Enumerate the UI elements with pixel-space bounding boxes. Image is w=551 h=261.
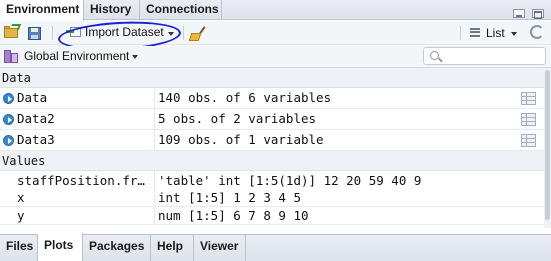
tab-files[interactable]: Files (0, 234, 38, 261)
tab-history[interactable]: History (84, 0, 140, 20)
list-icon (470, 28, 480, 37)
import-dataset-button[interactable]: Import Dataset (63, 23, 177, 42)
view-table-icon[interactable] (521, 134, 536, 147)
import-dataset-icon (66, 26, 82, 38)
chevron-down-icon (168, 32, 174, 36)
clear-workspace-broom-icon[interactable] (188, 25, 206, 42)
expand-arrow-icon[interactable] (3, 114, 14, 125)
expand-arrow-icon[interactable] (3, 93, 14, 104)
column-divider (154, 189, 155, 206)
object-name: y (17, 208, 25, 223)
object-value: num [1:5] 6 7 8 9 10 (158, 208, 309, 223)
environment-search[interactable] (423, 47, 546, 65)
object-name: Data (17, 90, 48, 105)
object-name: staffPosition.fr… (17, 173, 145, 188)
object-name: Data3 (17, 132, 55, 147)
view-mode-list-button[interactable]: List (470, 25, 522, 41)
tab-environment[interactable]: Environment (0, 0, 84, 21)
scrollbar-thumb[interactable] (545, 70, 550, 220)
object-name: Data2 (17, 111, 55, 126)
column-divider (154, 171, 155, 191)
column-divider (154, 88, 155, 108)
view-table-icon[interactable] (521, 92, 536, 105)
view-table-icon[interactable] (521, 113, 536, 126)
tab-connections[interactable]: Connections (140, 0, 222, 20)
save-workspace-icon[interactable] (26, 25, 44, 41)
chevron-down-icon (132, 55, 138, 59)
value-row[interactable]: x int [1:5] 1 2 3 4 5 (0, 189, 551, 207)
tab-packages[interactable]: Packages (83, 234, 151, 261)
toolbar-divider (183, 26, 184, 40)
search-input[interactable] (444, 49, 542, 63)
object-value: 'table' int [1:5(1d)] 12 20 59 40 9 (158, 173, 422, 188)
tab-help[interactable]: Help (151, 234, 194, 261)
column-divider (154, 130, 155, 150)
section-header-values: Values (0, 151, 551, 171)
data-row[interactable]: Data 140 obs. of 6 variables (0, 88, 551, 109)
tab-viewer[interactable]: Viewer (194, 234, 246, 261)
section-header-data: Data (0, 68, 551, 88)
data-row[interactable]: Data2 5 obs. of 2 variables (0, 109, 551, 130)
data-row[interactable]: Data3 109 obs. of 1 variable (0, 130, 551, 151)
import-dataset-label: Import Dataset (85, 25, 164, 39)
expand-arrow-icon[interactable] (3, 135, 14, 146)
column-divider (154, 109, 155, 129)
object-name: x (17, 190, 25, 205)
toolbar-divider (52, 26, 53, 40)
environment-scope-label: Global Environment (24, 49, 130, 63)
maximize-pane-icon[interactable] (532, 9, 544, 19)
refresh-icon[interactable] (530, 25, 544, 39)
global-environment-dropdown[interactable]: Global Environment (0, 46, 140, 68)
chevron-down-icon (511, 32, 517, 36)
object-value: 109 obs. of 1 variable (158, 132, 324, 147)
toolbar-divider (460, 26, 461, 40)
value-row[interactable]: y num [1:5] 6 7 8 9 10 (0, 207, 551, 225)
view-mode-label: List (486, 26, 505, 40)
open-workspace-icon[interactable] (3, 24, 22, 41)
object-value: 5 obs. of 2 variables (158, 111, 317, 126)
tab-plots[interactable]: Plots (38, 233, 83, 261)
search-icon (430, 51, 439, 60)
object-value: 140 obs. of 6 variables (158, 90, 332, 105)
minimize-pane-icon[interactable] (513, 9, 525, 18)
object-value: int [1:5] 1 2 3 4 5 (158, 190, 301, 205)
column-divider (154, 207, 155, 224)
